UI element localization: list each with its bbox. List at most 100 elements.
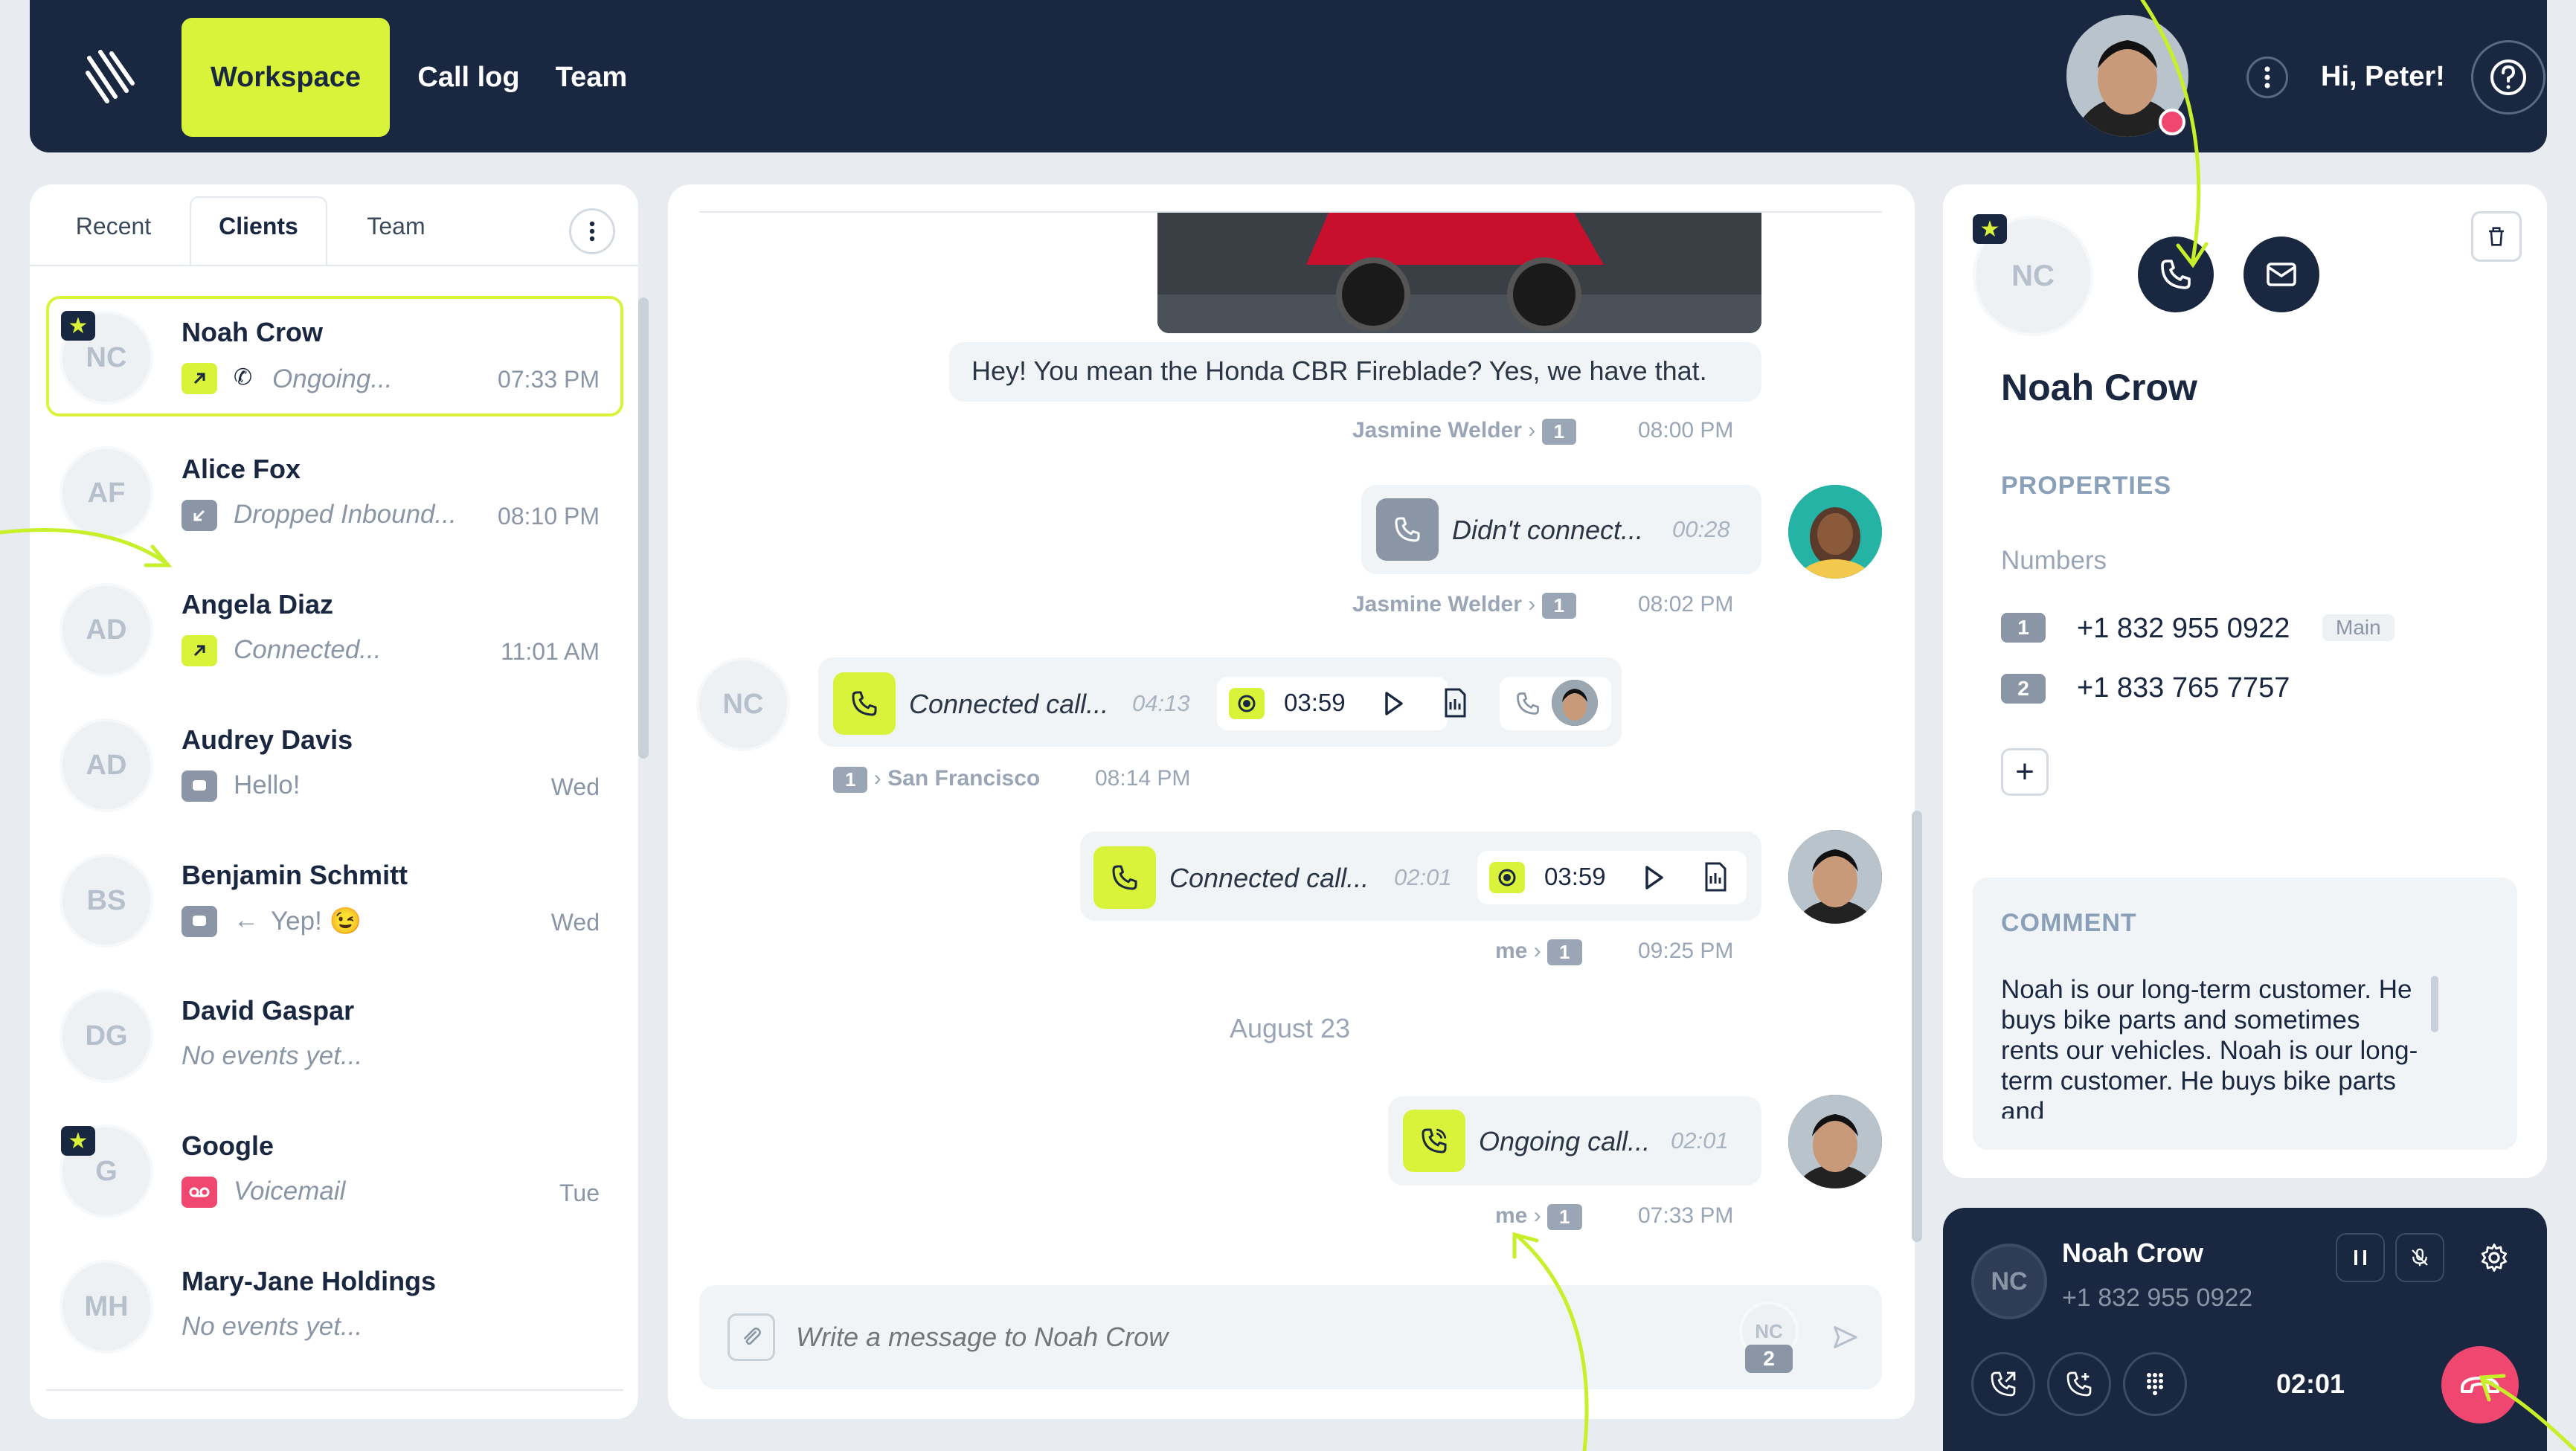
more-vertical-icon[interactable] <box>569 208 615 254</box>
agent-avatar <box>1788 830 1882 924</box>
contact-avatar[interactable]: MH <box>60 1260 153 1354</box>
contact-status: Ongoing... <box>272 364 393 393</box>
recording-icon <box>1489 862 1525 893</box>
contact-avatar: NC <box>696 657 790 751</box>
contact-time: Wed <box>550 909 600 936</box>
comment-text[interactable]: Noah is our long-term customer. He buys … <box>2001 974 2422 1119</box>
line-badge: 1 <box>1541 418 1577 445</box>
properties-heading: PROPERTIES <box>2001 472 2172 500</box>
agent-photo <box>1552 680 1598 726</box>
phone-number[interactable]: +1 832 955 0922 <box>2077 613 2290 645</box>
phone-icon <box>1376 498 1439 561</box>
voicemail-icon <box>182 1177 217 1208</box>
phone-icon <box>1093 846 1156 909</box>
call-location: San Francisco <box>887 766 1041 791</box>
message-time: 08:00 PM <box>1638 418 1734 443</box>
details-name: Noah Crow <box>2001 367 2197 408</box>
nav-workspace[interactable]: Workspace <box>182 18 390 137</box>
recording-icon <box>1229 688 1265 719</box>
attachment-icon[interactable] <box>727 1313 775 1361</box>
comment-scrollbar[interactable] <box>2431 976 2438 1032</box>
contact-name[interactable]: Mary-Jane Holdings <box>182 1266 436 1297</box>
contact-status: Yep! 😉 <box>271 907 362 936</box>
contact-name[interactable]: Angela Diaz <box>182 589 333 620</box>
contacts-scrollbar[interactable] <box>638 297 649 759</box>
play-icon[interactable] <box>1641 864 1666 891</box>
message-meta: Jasmine Welder › 1 <box>1352 592 1577 619</box>
line-badge: 1 <box>1547 1203 1582 1230</box>
call-contact-name: Noah Crow <box>2062 1238 2204 1268</box>
tab-team[interactable]: Team <box>335 186 457 266</box>
play-icon[interactable] <box>1381 690 1406 717</box>
contact-avatar[interactable]: DG <box>60 989 153 1083</box>
contact-name[interactable]: Alice Fox <box>182 454 301 485</box>
tab-divider <box>30 265 638 266</box>
message-meta: 1 › San Francisco <box>833 766 1040 793</box>
line-badge: 1 <box>1541 592 1577 619</box>
help-icon[interactable] <box>2471 40 2546 115</box>
contact-name[interactable]: David Gaspar <box>182 995 354 1026</box>
chat-bubble-icon <box>182 770 217 802</box>
date-divider: August 23 <box>1229 1013 1351 1043</box>
contact-avatar[interactable]: AD <box>60 718 153 812</box>
agent-photo <box>1788 1095 1882 1188</box>
nav-call-log[interactable]: Call log <box>417 18 521 137</box>
call-avatar: NC <box>1971 1244 2047 1319</box>
contact-avatar[interactable]: BS <box>60 854 153 948</box>
contact-time: 08:10 PM <box>498 503 600 530</box>
pause-icon[interactable] <box>2336 1233 2385 1282</box>
contact-name[interactable]: Benjamin Schmitt <box>182 860 408 891</box>
conversation-scrollbar[interactable] <box>1912 811 1922 1242</box>
mute-mic-icon[interactable] <box>2395 1233 2444 1282</box>
top-navbar: Workspace Call log Team Hi, Peter! <box>30 0 2547 152</box>
call-contact-number: +1 832 955 0922 <box>2062 1284 2253 1312</box>
message-meta: me › 1 <box>1495 1203 1582 1230</box>
message-author: Jasmine Welder <box>1352 418 1522 443</box>
call-duration: 02:01 <box>1394 864 1452 890</box>
tab-clients[interactable]: Clients <box>190 186 327 266</box>
add-call-icon[interactable] <box>2047 1352 2111 1416</box>
ringing-phone-icon: ✆ <box>234 365 253 390</box>
contact-time: 11:01 AM <box>501 638 600 665</box>
settings-gear-icon[interactable] <box>2470 1233 2519 1282</box>
dialpad-icon[interactable] <box>2123 1352 2187 1416</box>
call-button[interactable] <box>2138 237 2214 312</box>
email-button[interactable] <box>2243 237 2319 312</box>
star-icon[interactable]: ★ <box>1973 214 2007 244</box>
shared-image[interactable] <box>1157 213 1761 333</box>
agent-avatar <box>1788 485 1882 579</box>
send-icon[interactable] <box>1830 1322 1860 1352</box>
dropped-inbound-icon <box>182 500 217 531</box>
contact-avatar[interactable]: AD <box>60 583 153 677</box>
outbound-icon <box>182 635 217 666</box>
contact-time: 07:33 PM <box>498 366 600 393</box>
message-meta: me › 1 <box>1495 939 1582 965</box>
contact-name[interactable]: Google <box>182 1130 274 1162</box>
phone-icon <box>833 672 896 735</box>
phone-number[interactable]: +1 833 765 7757 <box>2077 672 2290 704</box>
recording-length: 03:59 <box>1284 689 1346 716</box>
app-logo[interactable] <box>74 43 141 110</box>
nav-team[interactable]: Team <box>550 18 632 137</box>
contact-status: No events yet... <box>182 1312 363 1341</box>
delete-icon[interactable] <box>2471 211 2522 262</box>
hangup-button[interactable] <box>2441 1346 2519 1423</box>
message-time: 08:14 PM <box>1095 766 1191 791</box>
agent-avatar-small <box>1552 680 1598 726</box>
tab-recent[interactable]: Recent <box>52 186 175 266</box>
more-vertical-icon[interactable] <box>2246 57 2288 98</box>
contact-avatar[interactable]: AF <box>60 446 153 540</box>
call-status-text: Didn't connect... <box>1452 515 1644 545</box>
add-number-button[interactable]: + <box>2001 748 2049 796</box>
contact-status: No events yet... <box>182 1041 363 1070</box>
contact-status: Connected... <box>234 635 382 664</box>
reply-arrow-icon: ← <box>234 906 259 934</box>
message-text: Hey! You mean the Honda CBR Fireblade? Y… <box>971 355 1707 386</box>
message-input[interactable] <box>796 1313 1703 1361</box>
contact-status: Dropped Inbound... <box>234 500 457 529</box>
line-selector-badge[interactable]: 2 <box>1745 1345 1793 1373</box>
transcript-icon[interactable] <box>1442 687 1468 718</box>
transfer-call-icon[interactable] <box>1971 1352 2035 1416</box>
contact-name[interactable]: Audrey Davis <box>182 724 353 756</box>
transcript-icon[interactable] <box>1702 861 1729 892</box>
